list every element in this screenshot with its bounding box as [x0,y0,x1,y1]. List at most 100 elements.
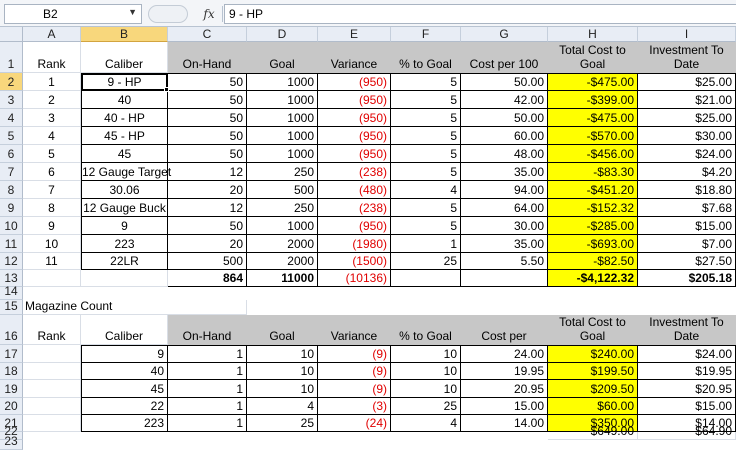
total-cost-cell[interactable]: -$475.00 [548,109,638,127]
formula-bar-splitter[interactable] [146,4,188,24]
cost-per-100-cell[interactable]: 60.00 [461,127,548,145]
total-cost-cell[interactable]: -$82.50 [548,253,638,270]
column-header-a[interactable]: A [23,27,81,42]
mag-goal-cell[interactable]: 25 [247,415,318,432]
mag-total-cost-cell[interactable]: $209.50 [548,380,638,398]
investment-cell[interactable]: $4.20 [638,163,736,181]
cost-per-100-cell[interactable]: 50.00 [461,73,548,91]
cost-per-100-cell[interactable]: 64.00 [461,199,548,217]
mag-total-cost-cell[interactable]: $240.00 [548,345,638,363]
rank-cell[interactable]: 6 [23,163,81,181]
cost-per-100-cell[interactable]: 5.50 [461,253,548,270]
total-goal-cell[interactable]: 11000 [247,270,318,287]
percent-to-goal-cell[interactable]: 1 [391,235,461,253]
mag-goal-cell[interactable]: 10 [247,345,318,363]
mag-goal-cell[interactable]: 10 [247,380,318,398]
goal-cell[interactable]: 250 [247,199,318,217]
mag-header-cost-per[interactable]: Cost per [461,315,548,345]
column-header-b[interactable]: B [81,27,168,42]
mag-variance-cell[interactable]: (9) [318,363,391,380]
name-box[interactable]: B2 ▼ [4,4,142,24]
header--to-goal[interactable]: % to Goal [391,42,461,73]
on-hand-cell[interactable]: 50 [168,217,247,235]
row-header-3[interactable]: 3 [0,91,23,109]
mag-percent-to-goal-cell[interactable]: 10 [391,345,461,363]
row-header-8[interactable]: 8 [0,181,23,199]
cost-per-100-cell[interactable]: 48.00 [461,145,548,163]
select-all-corner[interactable] [0,27,23,42]
investment-cell[interactable]: $24.00 [638,145,736,163]
goal-cell[interactable]: 1000 [247,73,318,91]
mag-cost-per-cell[interactable]: 20.95 [461,380,548,398]
investment-cell[interactable]: $30.00 [638,127,736,145]
mag-header-caliber[interactable]: Caliber [81,315,168,345]
investment-cell[interactable]: $25.00 [638,73,736,91]
investment-cell[interactable]: $7.68 [638,199,736,217]
rank-cell[interactable]: 5 [23,145,81,163]
empty-cell[interactable] [23,345,81,363]
investment-cell[interactable]: $21.00 [638,91,736,109]
column-header-g[interactable]: G [461,27,548,42]
rank-cell[interactable]: 2 [23,91,81,109]
total-cost-cell[interactable]: -$475.00 [548,73,638,91]
on-hand-cell[interactable]: 50 [168,145,247,163]
empty-cell[interactable] [461,270,548,287]
on-hand-cell[interactable]: 50 [168,91,247,109]
rank-cell[interactable]: 7 [23,181,81,199]
row-header-2[interactable]: 2 [0,73,23,91]
mag-on-hand-cell[interactable]: 1 [168,415,247,432]
mag-percent-to-goal-cell[interactable]: 10 [391,380,461,398]
mag-variance-cell[interactable]: (3) [318,398,391,415]
mag-cost-per-cell[interactable]: 15.00 [461,398,548,415]
cost-per-100-cell[interactable]: 35.00 [461,163,548,181]
mag-caliber-cell[interactable]: 223 [81,415,168,432]
investment-cell[interactable]: $25.00 [638,109,736,127]
column-header-h[interactable]: H [548,27,638,42]
mag-total-cost-cell[interactable]: $199.50 [548,363,638,380]
mag-on-hand-cell[interactable]: 1 [168,380,247,398]
variance-cell[interactable]: (1980) [318,235,391,253]
row-header-11[interactable]: 11 [0,235,23,253]
goal-cell[interactable]: 1000 [247,127,318,145]
caliber-cell[interactable]: 40 [81,91,168,109]
caliber-cell[interactable]: 12 Gauge Target [81,163,171,181]
mag-header-rank[interactable]: Rank [23,315,81,345]
caliber-cell[interactable]: 30.06 [81,181,168,199]
percent-to-goal-cell[interactable]: 5 [391,109,461,127]
row-header-15[interactable]: 15 [0,299,23,315]
mag-variance-cell[interactable]: (9) [318,345,391,363]
row-header-16[interactable]: 16 [0,315,23,345]
on-hand-cell[interactable]: 12 [168,199,247,217]
on-hand-cell[interactable]: 50 [168,127,247,145]
magazine-count-title[interactable]: Magazine Count [23,299,247,315]
rank-cell[interactable]: 8 [23,199,81,217]
cost-per-100-cell[interactable]: 94.00 [461,181,548,199]
cost-per-100-cell[interactable]: 30.00 [461,217,548,235]
header-on-hand[interactable]: On-Hand [168,42,247,73]
mag-goal-cell[interactable]: 10 [247,363,318,380]
variance-cell[interactable]: (950) [318,73,391,91]
row-header-6[interactable]: 6 [0,145,23,163]
formula-input[interactable]: 9 - HP [224,4,736,24]
total-cost-cell[interactable]: -$285.00 [548,217,638,235]
caliber-cell[interactable]: 12 Gauge Buck [81,199,168,217]
rank-cell[interactable]: 4 [23,127,81,145]
column-header-d[interactable]: D [247,27,318,42]
variance-cell[interactable]: (1500) [318,253,391,270]
mag-header-variance[interactable]: Variance [318,315,391,345]
mag-on-hand-cell[interactable]: 1 [168,363,247,380]
rank-cell[interactable]: 9 [23,217,81,235]
row-header-17[interactable]: 17 [0,345,23,363]
mag-percent-to-goal-cell[interactable]: 25 [391,398,461,415]
rank-cell[interactable]: 1 [23,73,81,91]
header-total-cost-to-goal[interactable]: Total Cost to Goal [548,42,638,73]
investment-cell[interactable]: $15.00 [638,217,736,235]
mag-header-on-hand[interactable]: On-Hand [168,315,247,345]
percent-to-goal-cell[interactable]: 5 [391,199,461,217]
goal-cell[interactable]: 1000 [247,91,318,109]
empty-cell[interactable] [23,363,81,380]
empty-cell[interactable] [23,398,81,415]
column-header-f[interactable]: F [391,27,461,42]
percent-to-goal-cell[interactable]: 5 [391,127,461,145]
mag-caliber-cell[interactable]: 9 [81,345,168,363]
